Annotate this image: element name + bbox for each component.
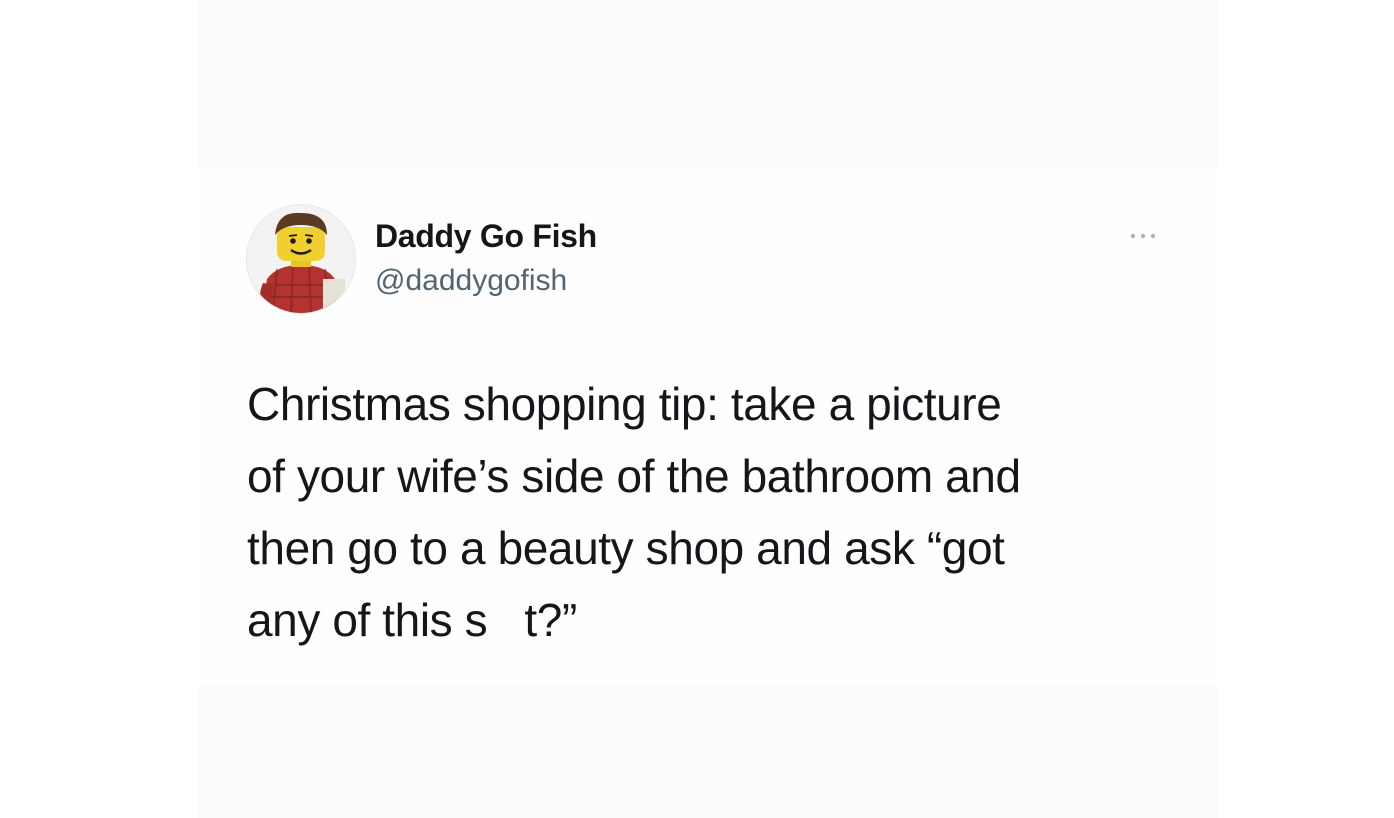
tweet-text-line: Christmas shopping tip: take a picture: [247, 378, 1002, 430]
tweet-text-line: any of this s t?”: [247, 594, 577, 646]
page: Daddy Go Fish @daddygofish Christmas sho…: [0, 0, 1394, 818]
author-handle[interactable]: @daddygofish: [375, 264, 567, 298]
tweet-text: Christmas shopping tip: take a picture o…: [247, 368, 1207, 656]
author-display-name[interactable]: Daddy Go Fish: [375, 218, 597, 255]
tweet-text-line: of your wife’s side of the bathroom and: [247, 450, 1021, 502]
tweet-text-line: then go to a beauty shop and ask “got: [247, 522, 1005, 574]
avatar[interactable]: [246, 204, 356, 314]
ellipsis-icon: [1130, 233, 1156, 239]
more-options-button[interactable]: [1120, 224, 1166, 248]
lego-minifigure-icon: [247, 205, 355, 313]
